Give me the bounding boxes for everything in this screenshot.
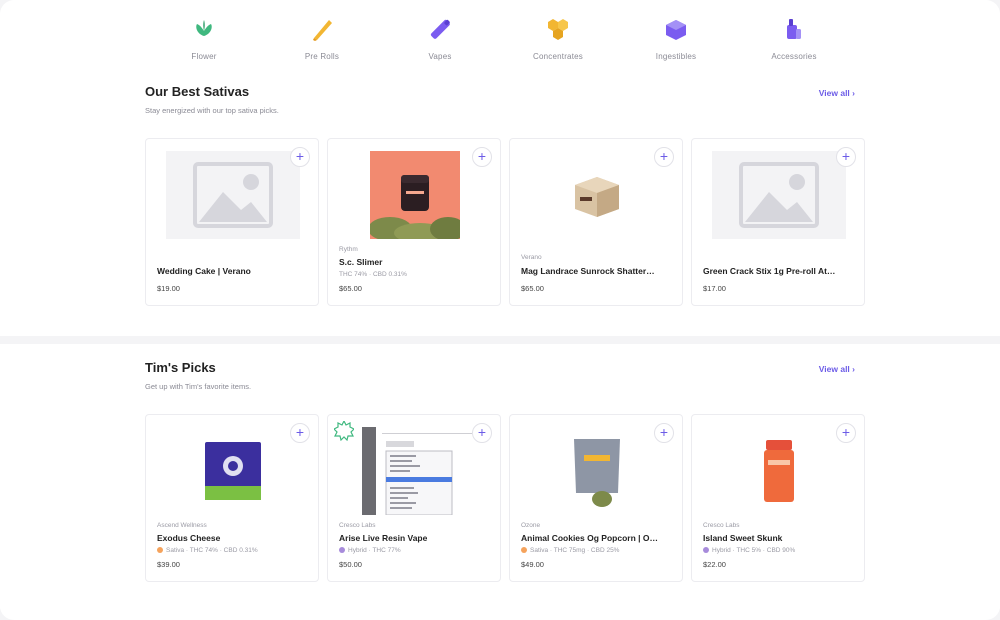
product-card[interactable]: + Verano Mag Landrace Sunrock Shatter… $…	[509, 138, 683, 306]
concentrates-icon	[548, 19, 568, 40]
section-title: Tim's Picks	[145, 360, 216, 375]
product-image	[370, 151, 460, 239]
product-name: Wedding Cake | Verano	[157, 266, 251, 276]
section-subtitle: Stay energized with our top sativa picks…	[145, 106, 279, 115]
product-card[interactable]: + Cresco Labs Island Sweet Skunk Hybrid …	[691, 414, 865, 582]
product-name: S.c. Slimer	[339, 257, 383, 267]
product-price: $19.00	[157, 284, 180, 293]
product-card[interactable]: + Green Crack Stix 1g Pre-roll At… $17.0…	[691, 138, 865, 306]
product-meta-text: Sativa · THC 75mg · CBD 25%	[530, 547, 620, 554]
product-meta: Hybrid · THC 77%	[339, 547, 401, 554]
storefront-page: Flower Pre Rolls Vapes Concentrates Inge…	[0, 0, 1000, 620]
add-to-cart-button[interactable]: +	[290, 423, 310, 443]
view-all-link[interactable]: View all ›	[819, 364, 855, 374]
product-brand: Rythm	[339, 246, 358, 253]
product-card[interactable]: + Rythm S.c. Slimer THC 74% · CBD 0.31% …	[327, 138, 501, 306]
category-label: Accessories	[771, 52, 817, 61]
pouch-photo	[574, 439, 620, 507]
category-pre-rolls[interactable]: Pre Rolls	[267, 16, 377, 61]
product-image	[362, 427, 488, 515]
product-image-placeholder	[712, 151, 846, 239]
category-ingestibles[interactable]: Ingestibles	[621, 16, 731, 61]
product-name: Animal Cookies Og Popcorn | O…	[521, 533, 658, 543]
badge-starburst-icon	[334, 421, 354, 441]
product-brand: Ozone	[521, 522, 541, 529]
product-price: $50.00	[339, 560, 362, 569]
product-price: $49.00	[521, 560, 544, 569]
product-price: $22.00	[703, 560, 726, 569]
product-image	[712, 427, 846, 515]
product-card[interactable]: + Wedding Cake | Verano $19.00	[145, 138, 319, 306]
category-label: Flower	[191, 52, 217, 61]
view-all-link[interactable]: View all ›	[819, 88, 855, 98]
add-to-cart-button[interactable]: +	[836, 423, 856, 443]
image-placeholder-icon	[193, 162, 273, 228]
jar-photo	[370, 151, 460, 239]
box-photo	[575, 177, 619, 217]
category-label: Concentrates	[533, 52, 583, 61]
category-flower[interactable]: Flower	[149, 16, 259, 61]
product-name: Mag Landrace Sunrock Shatter…	[521, 266, 655, 276]
image-placeholder-icon	[739, 162, 819, 228]
section-subtitle: Get up with Tim's favorite items.	[145, 382, 252, 391]
category-accessories[interactable]: Accessories	[739, 16, 849, 61]
product-price: $39.00	[157, 560, 180, 569]
product-meta: Sativa · THC 75mg · CBD 25%	[521, 547, 619, 554]
add-to-cart-button[interactable]: +	[836, 147, 856, 167]
vape-icon	[430, 19, 450, 39]
product-meta: THC 74% · CBD 0.31%	[339, 271, 407, 278]
sativa-icon	[521, 547, 527, 553]
hybrid-icon	[339, 547, 345, 553]
product-brand: Ascend Wellness	[157, 522, 207, 529]
bottle-photo	[764, 440, 794, 502]
product-image	[530, 151, 664, 239]
bag-photo	[205, 442, 261, 500]
add-to-cart-button[interactable]: +	[472, 147, 492, 167]
product-image-placeholder	[166, 151, 300, 239]
sativa-icon	[157, 547, 163, 553]
flower-icon	[196, 20, 212, 36]
product-price: $17.00	[703, 284, 726, 293]
category-vapes[interactable]: Vapes	[385, 16, 495, 61]
product-name: Arise Live Resin Vape	[339, 533, 428, 543]
product-meta: Hybrid · THC 5% · CBD 90%	[703, 547, 795, 554]
vape-screenshot	[362, 427, 472, 515]
product-image	[530, 427, 664, 515]
product-name: Green Crack Stix 1g Pre-roll At…	[703, 266, 836, 276]
section-title: Our Best Sativas	[145, 84, 250, 99]
product-card[interactable]: + Ascend Wellness Exodus Cheese Sativa ·…	[145, 414, 319, 582]
pre-roll-icon	[313, 20, 332, 41]
product-name: Exodus Cheese	[157, 533, 221, 543]
product-brand: Verano	[521, 254, 542, 261]
accessories-icon	[787, 19, 801, 39]
add-to-cart-button[interactable]: +	[654, 147, 674, 167]
product-price: $65.00	[339, 284, 362, 293]
product-price: $65.00	[521, 284, 544, 293]
category-bar: Flower Pre Rolls Vapes Concentrates Inge…	[0, 0, 1000, 72]
product-brand: Cresco Labs	[703, 522, 740, 529]
product-image	[166, 427, 300, 515]
product-card[interactable]: + Cresco Labs Arise Live Resin Vape Hybr…	[327, 414, 501, 582]
category-concentrates[interactable]: Concentrates	[503, 16, 613, 61]
product-meta-text: Hybrid · THC 77%	[348, 547, 401, 554]
section-best-sativas: Our Best Sativas Stay energized with our…	[0, 72, 1000, 334]
add-to-cart-button[interactable]: +	[290, 147, 310, 167]
product-name: Island Sweet Skunk	[703, 533, 783, 543]
product-meta-text: Hybrid · THC 5% · CBD 90%	[712, 547, 796, 554]
section-divider	[0, 336, 1000, 344]
category-label: Vapes	[428, 52, 452, 61]
category-label: Pre Rolls	[304, 52, 340, 61]
hybrid-icon	[703, 547, 709, 553]
section-tims-picks: Tim's Picks Get up with Tim's favorite i…	[0, 346, 1000, 612]
ingestibles-icon	[666, 20, 686, 40]
category-label: Ingestibles	[655, 52, 697, 61]
add-to-cart-button[interactable]: +	[472, 423, 492, 443]
product-meta: Sativa · THC 74% · CBD 0.31%	[157, 547, 258, 554]
product-card[interactable]: + Ozone Animal Cookies Og Popcorn | O… S…	[509, 414, 683, 582]
product-meta-text: Sativa · THC 74% · CBD 0.31%	[166, 547, 258, 554]
product-brand: Cresco Labs	[339, 522, 376, 529]
add-to-cart-button[interactable]: +	[654, 423, 674, 443]
